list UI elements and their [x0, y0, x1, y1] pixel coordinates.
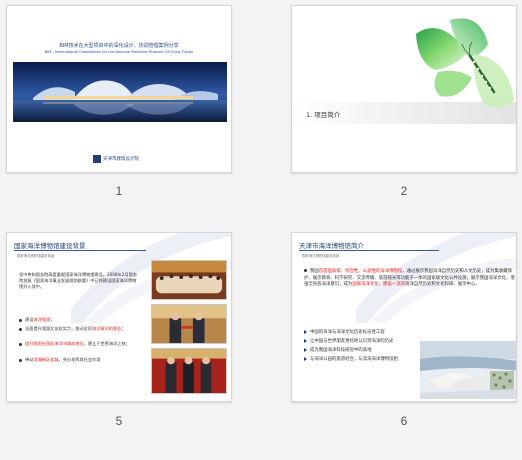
bullet-dot [19, 327, 22, 331]
slide-number: 2 [400, 184, 408, 198]
ceremony-photo [151, 348, 227, 394]
banquet-hall-photo [151, 260, 227, 300]
bullet-dot [19, 358, 22, 362]
slide-thumbnail-5[interactable]: 国家海洋博物馆建设背景 国家海洋博物馆建设背景 党中央和国务院高度重视国家海洋博… [6, 232, 232, 402]
slide-subtitle: 国家海洋博物馆建设背景 [302, 254, 340, 258]
butterfly-illustration [416, 18, 514, 108]
officials-photo [151, 304, 227, 344]
arrow-icon [304, 356, 307, 361]
bullet-item: 提升我国在国际海洋领域的地位，建立于世界海洋之林； [19, 341, 143, 347]
slide-number: 1 [115, 184, 123, 198]
feature-list: 中国的海洋与海洋文化历史标志性工程 让中国与世界朋友更好地认识到海洋的历史 成为… [304, 328, 416, 364]
slide-thumbnail-6[interactable]: 天津市海洋博物馆简介 国家海洋博物馆建设背景 我国首座国家级、综合性、公益性的海… [291, 232, 517, 402]
arrow-icon [304, 347, 307, 352]
slide-thumbnail-1[interactable]: BIM技术在大型项目中的深化设计、协调管理案例分享 BIM - Internat… [6, 5, 232, 173]
slide-number: 6 [400, 414, 408, 428]
bullet-dot [19, 342, 22, 346]
list-item: 成为我国海洋科技研究中的高地 [304, 346, 416, 355]
title-underline [14, 250, 146, 251]
aerial-site-rendering [420, 341, 516, 399]
bullet-item: 全面提升我国文化软实力，推动全民海洋意识的普及； [19, 326, 143, 332]
arrow-icon [304, 338, 307, 343]
slide-title: BIM技术在大型项目中的深化设计、协调管理案例分享 [59, 43, 179, 49]
slide-thumbnail-2[interactable]: 1. 项目简介 [291, 5, 517, 173]
arrow-icon [304, 329, 307, 334]
intro-paragraph: 我国首座国家级、综合性、公益性的海洋博物馆，通过展示我国海洋自然历史和人文历史，… [304, 269, 515, 288]
background-paragraph: 党中央和国务院高度重视国家海洋博物馆建设。2008年2月国务院批复《国家海洋事业… [19, 272, 138, 290]
logo-text: 天津市建筑设计院 [103, 157, 139, 162]
list-item: 让中国与世界朋友更好地认识到海洋的历史 [304, 337, 416, 346]
company-logo: 天津市建筑设计院 [93, 154, 145, 164]
list-item: 中国的海洋与海洋文化历史标志性工程 [304, 328, 416, 337]
museum-night-photo [13, 62, 227, 122]
bullet-item: 带动滨海新区发展，充分发挥其社会作用 [19, 357, 143, 363]
bullet-dot [19, 318, 22, 322]
list-item: 与海洋公园的旅游结合，与滨海海洋博物馆相 [304, 355, 416, 364]
bullet-item: 建设海洋强国； [19, 317, 143, 323]
slide-title: 国家海洋博物馆建设背景 [14, 242, 86, 250]
slide-subtitle: BIM - International Competition for the … [44, 50, 194, 54]
slide-item-1[interactable] [0, 0, 522, 1]
bullet-dot [304, 269, 307, 272]
slide-title: 1. 项目简介 [306, 111, 341, 119]
slide-title: 天津市海洋博物馆简介 [299, 242, 364, 250]
logo-mark [93, 155, 101, 163]
slide-subtitle: 国家海洋博物馆建设背景 [17, 254, 55, 258]
title-underline [299, 250, 439, 251]
slide-number: 5 [115, 414, 123, 428]
